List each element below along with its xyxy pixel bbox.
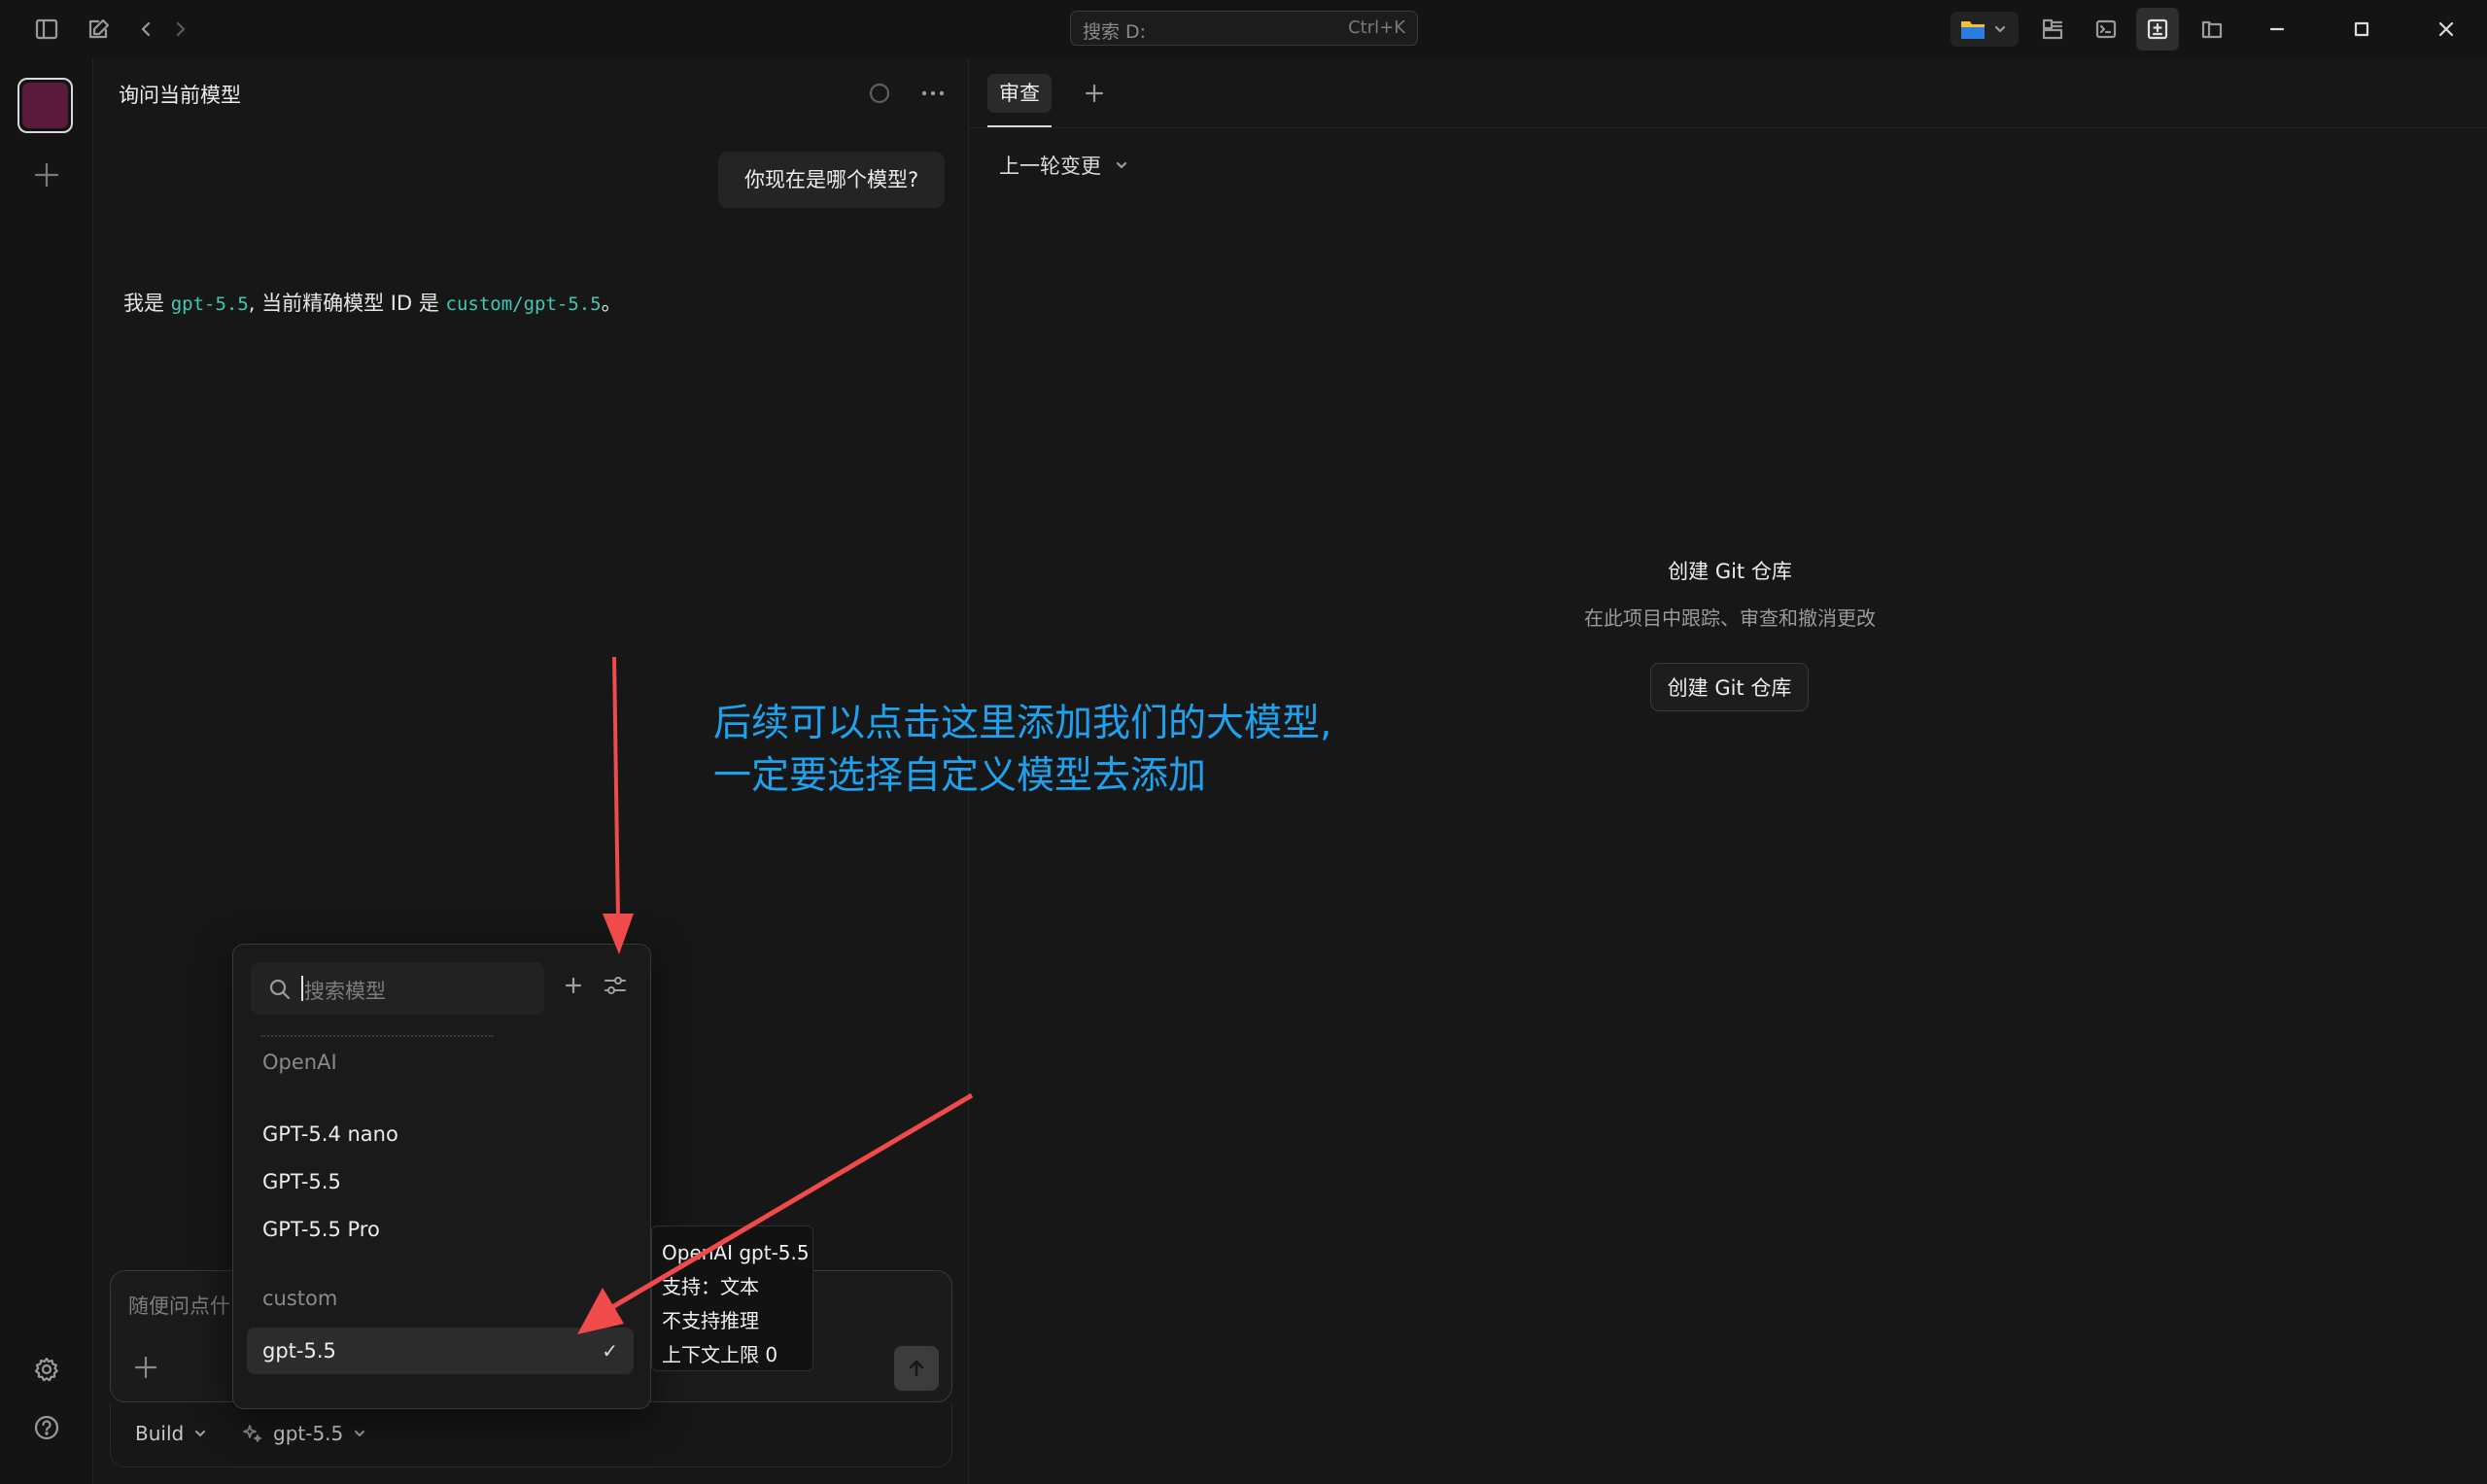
annotation-arrow-diagonal: [610, 1092, 974, 1310]
annotation-arrowhead-down: [603, 914, 634, 954]
annotation-arrow-down: [612, 656, 620, 920]
annotation-arrows: [577, 656, 974, 1334]
annotation-arrowhead-diagonal: [577, 1288, 624, 1334]
